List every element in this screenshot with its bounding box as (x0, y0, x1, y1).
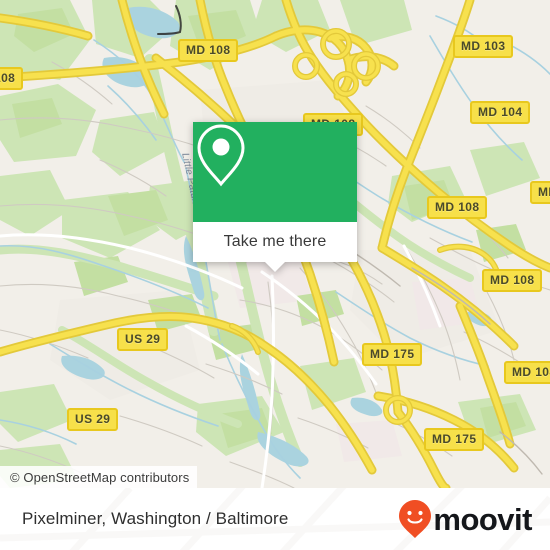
popup-icon-area (193, 122, 357, 222)
road-shield-md-108-s: MD 108 (504, 361, 550, 384)
map-screen: Little Patuxent River 108 MD 108 MD 108 … (0, 0, 550, 550)
location-popup-card[interactable]: Take me there (193, 122, 357, 272)
take-me-there-button[interactable]: Take me there (193, 222, 357, 262)
road-shield-md-104: MD 104 (470, 101, 531, 124)
bottom-bar: Pixelminer, Washington / Baltimore moovi… (0, 488, 550, 550)
road-shield-md-103: MD 103 (453, 35, 514, 58)
moovit-logo[interactable]: moovit (398, 499, 532, 539)
map-attribution[interactable]: © OpenStreetMap contributors (0, 466, 198, 488)
moovit-smiley-pin-icon (399, 500, 432, 538)
map-pin-icon (197, 124, 245, 187)
road-shield-us-29-n: US 29 (117, 328, 169, 351)
road-shield-md-right-edge: MD (530, 181, 550, 204)
road-shield-108-left: 108 (0, 67, 24, 90)
road-shield-md-108-se: MD 108 (482, 269, 543, 292)
take-me-there-label: Take me there (223, 233, 327, 250)
road-shield-us-29-s: US 29 (67, 408, 119, 431)
road-shield-md-108-e: MD 108 (427, 196, 488, 219)
popup-pointer-tail (265, 262, 285, 272)
moovit-wordmark: moovit (433, 501, 532, 537)
place-name: Pixelminer, Washington / Baltimore (22, 509, 289, 528)
road-shield-md-175-s: MD 175 (424, 428, 485, 451)
road-shield-md-175-n: MD 175 (362, 343, 423, 366)
attribution-text: © OpenStreetMap contributors (10, 469, 190, 485)
map-canvas[interactable]: Little Patuxent River 108 MD 108 MD 108 … (0, 0, 550, 488)
road-shield-md-108-nw: MD 108 (178, 39, 239, 62)
